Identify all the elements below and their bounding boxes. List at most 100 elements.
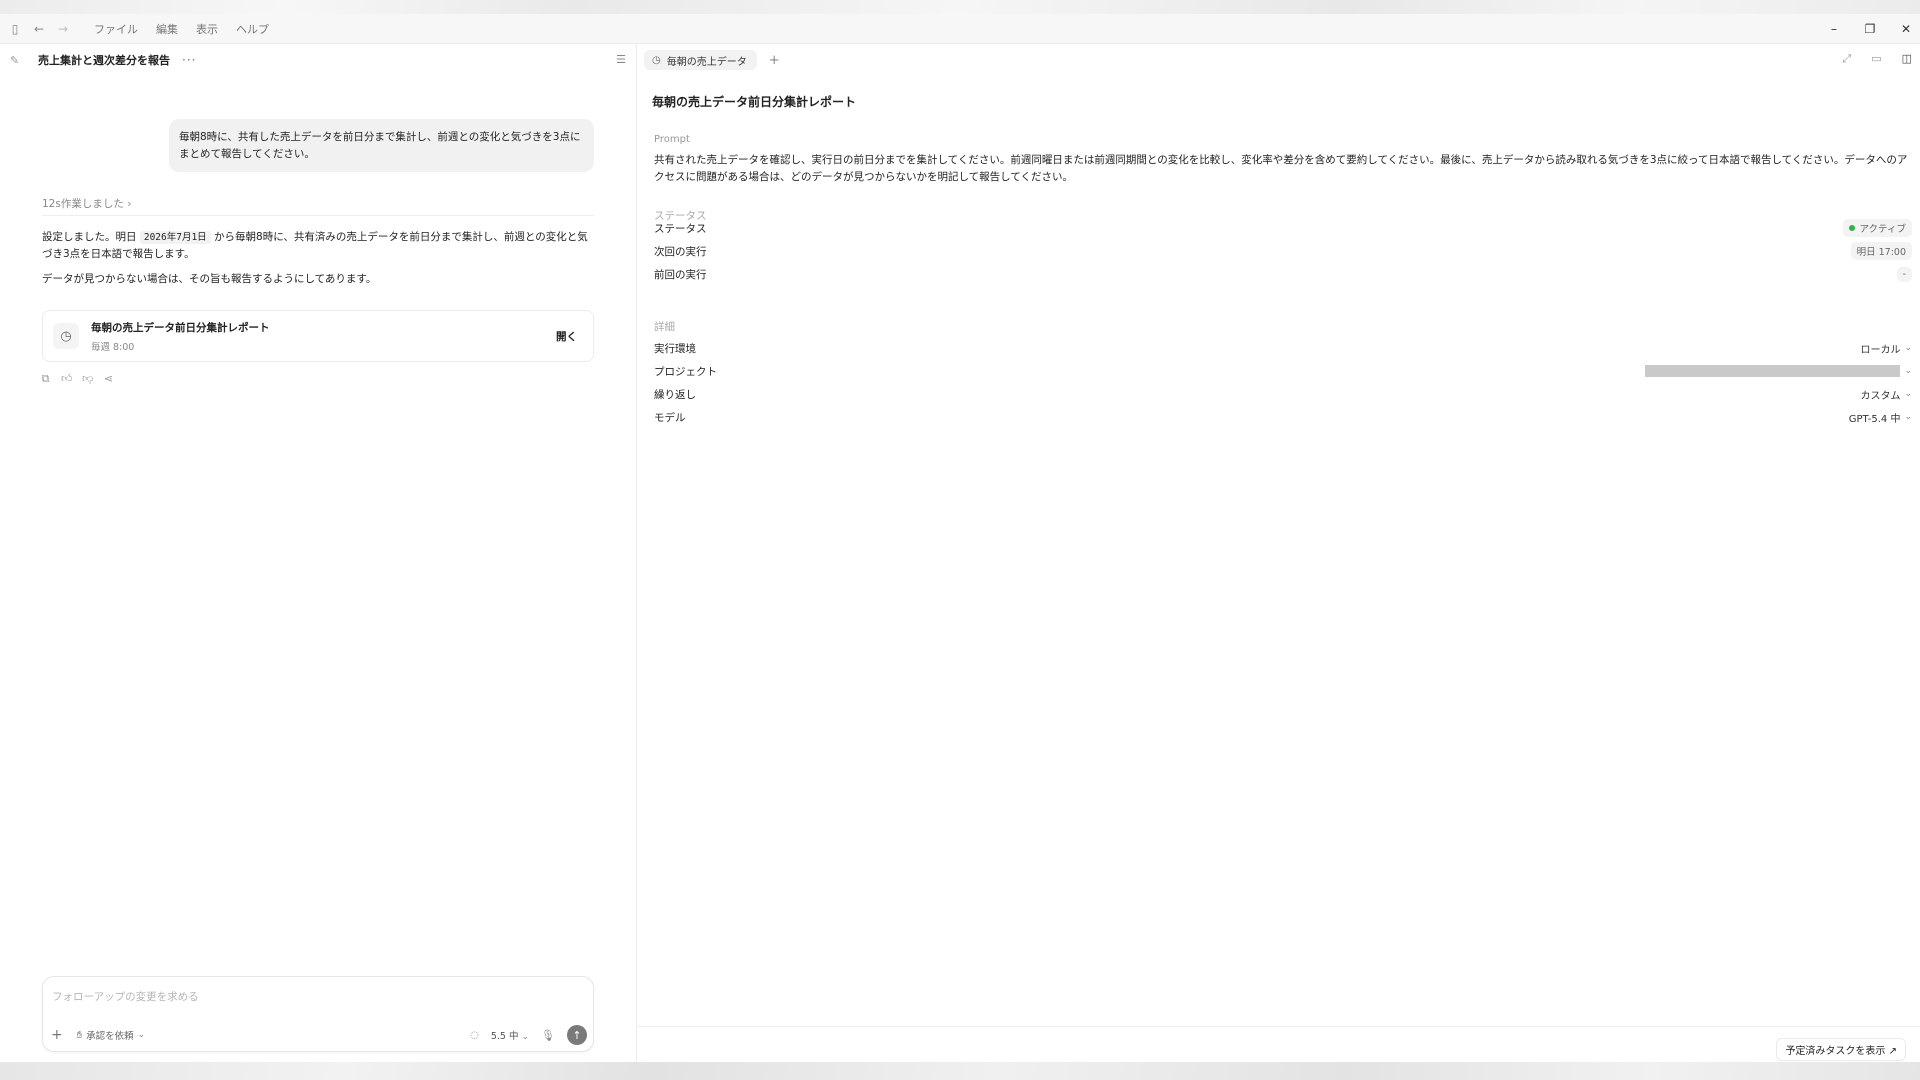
chevron-down-icon: ⌄ (137, 1030, 146, 1040)
environment-dropdown[interactable]: ローカル ⌄ (1860, 341, 1912, 356)
status-row-label: ステータス (654, 222, 707, 235)
task-detail-pane: ◷ 毎朝の売上データ + ⤢ ▭ ◫ 毎朝の売上データ前日分集計レポート Pro… (638, 44, 1920, 1062)
context-usage-icon: ◌ (470, 1029, 479, 1041)
repeat-dropdown[interactable]: カスタム ⌄ (1860, 387, 1912, 402)
forward-arrow-icon[interactable]: → (54, 22, 72, 36)
task-card-title: 毎朝の売上データ前日分集計レポート (91, 321, 270, 334)
more-options-icon[interactable]: ··· (182, 53, 196, 67)
show-scheduled-tasks-button[interactable]: 予定済みタスクを表示 ↗ (1776, 1038, 1906, 1061)
status-badge: アクティブ (1842, 219, 1912, 237)
tab-task-detail[interactable]: ◷ 毎朝の売上データ (644, 50, 757, 70)
project-row: プロジェクト ⌄ (654, 361, 1912, 381)
menu-view[interactable]: 表示 (196, 21, 218, 37)
new-chat-icon[interactable]: ✎ (10, 54, 26, 67)
next-run-label: 次回の実行 (654, 245, 707, 258)
menu-edit[interactable]: 編集 (156, 21, 178, 37)
sidebar-toggle-icon[interactable]: ▯ (6, 22, 24, 36)
task-list-icon[interactable]: ☰ (616, 53, 626, 66)
approval-mode-label: 承認を依頼 (86, 1031, 134, 1042)
expand-icon[interactable]: ⤢ (1842, 52, 1851, 66)
window-controls: – ❐ ✕ (1828, 14, 1912, 44)
menu-bar: ▯ ← → ファイル 編集 表示 ヘルプ – ❐ ✕ (0, 14, 1920, 44)
repeat-row: 繰り返し カスタム ⌄ (654, 384, 1912, 404)
worked-duration-label: 12s作業しました (42, 198, 124, 210)
microphone-icon[interactable]: 🎙︎ (541, 1029, 555, 1042)
approval-mode-dropdown[interactable]: ✋︎ 承認を依頼 ⌄ (76, 1028, 146, 1043)
task-card-schedule: 毎週 8:00 (91, 341, 135, 353)
reply-paragraph: 設定しました。明日 2026年7月1日 から毎朝8時に、共有済みの売上データを前… (42, 229, 594, 263)
status-row: ステータス アクティブ (654, 218, 1912, 238)
task-card-text: 毎朝の売上データ前日分集計レポート 毎週 8:00 (91, 320, 270, 353)
worked-duration-toggle[interactable]: 12s作業しました › (42, 196, 131, 211)
open-task-button[interactable]: 開く (556, 329, 577, 344)
conversation-pane: ✎ 売上集計と週次差分を報告 ··· ☰ 毎朝8時に、共有した売上データを前日分… (0, 44, 637, 1062)
composer-right-controls: ◌ 5.5 中 ⌄ 🎙︎ ↑ (470, 1025, 587, 1045)
model-selector-label: 5.5 中 (490, 1031, 519, 1042)
tab-bar: ◷ 毎朝の売上データ + ⤢ ▭ ◫ (638, 44, 1920, 76)
conversation-header: ✎ 売上集計と週次差分を報告 ··· ☰ (0, 44, 636, 76)
prompt-label: Prompt (654, 134, 690, 145)
assistant-reply: 設定しました。明日 2026年7月1日 から毎朝8時に、共有済みの売上データを前… (42, 229, 594, 288)
thumbs-up-icon[interactable]: 👍︎ (61, 372, 73, 386)
app-window: ▯ ← → ファイル 編集 表示 ヘルプ – ❐ ✕ ✎ 売上集計と週次差分を報… (0, 14, 1920, 1062)
back-arrow-icon[interactable]: ← (30, 22, 48, 36)
prompt-text: 共有された売上データを確認し、実行日の前日分までを集計してください。前週同曜日ま… (654, 154, 1908, 183)
chevron-down-icon: ⌄ (521, 1032, 530, 1042)
composer-left-controls: + ✋︎ 承認を依頼 ⌄ (51, 1027, 145, 1043)
scheduled-task-card[interactable]: ◷ 毎朝の売上データ前日分集計レポート 毎週 8:00 開く (42, 310, 594, 362)
menu-items: ファイル 編集 表示 ヘルプ (94, 21, 269, 37)
desktop-background-bottom (0, 1062, 1920, 1080)
details-section-heading: 詳細 (654, 321, 675, 333)
chevron-down-icon: ⌄ (1904, 412, 1912, 422)
footer-divider (638, 1026, 1920, 1027)
follow-up-input[interactable]: フォローアップの変更を求める (52, 989, 199, 1004)
task-title: 毎朝の売上データ前日分集計レポート (652, 95, 857, 109)
thumbs-down-icon[interactable]: 👎︎ (82, 372, 93, 386)
status-value: アクティブ (1859, 224, 1906, 235)
message-composer: フォローアップの変更を求める + ✋︎ 承認を依頼 ⌄ ◌ 5.5 中 ⌄ 🎙︎… (42, 976, 594, 1052)
project-label: プロジェクト (654, 365, 717, 378)
environment-value: ローカル (1860, 344, 1901, 356)
environment-label: 実行環境 (654, 342, 696, 355)
send-button[interactable]: ↑ (567, 1025, 587, 1045)
project-dropdown[interactable]: ⌄ (1645, 365, 1912, 377)
tab-label: 毎朝の売上データ (666, 56, 747, 68)
hand-icon: ✋︎ (76, 1029, 83, 1041)
model-dropdown[interactable]: GPT-5.4 中 ⌄ (1849, 410, 1912, 425)
repeat-label: 繰り返し (654, 388, 696, 401)
reply-paragraph-2: データが見つからない場合は、その旨も報告するようにしてあります。 (42, 273, 377, 285)
chevron-right-icon: › (127, 198, 132, 210)
repeat-value: カスタム (1860, 390, 1901, 402)
status-dot-icon (1848, 225, 1855, 231)
menu-file[interactable]: ファイル (94, 21, 138, 37)
chevron-down-icon: ⌄ (1904, 366, 1912, 376)
add-attachment-icon[interactable]: + (51, 1027, 63, 1043)
reply-text-1: 設定しました。明日 (42, 231, 137, 243)
pane-controls: ⤢ ▭ ◫ (1842, 52, 1912, 66)
menu-help[interactable]: ヘルプ (236, 21, 269, 37)
minimize-icon[interactable]: – (1828, 22, 1840, 36)
conversation-title: 売上集計と週次差分を報告 (38, 54, 170, 67)
model-selector[interactable]: 5.5 中 ⌄ (491, 1028, 529, 1042)
copy-icon[interactable]: ⧉ (40, 372, 51, 386)
restore-icon[interactable]: ❐ (1864, 22, 1876, 36)
user-message: 毎朝8時に、共有した売上データを前日分まで集計し、前週との変化と気づきを3点にま… (169, 119, 594, 172)
model-label: モデル (654, 411, 686, 424)
last-run-value: - (1896, 266, 1912, 282)
panel-split-icon[interactable]: ◫ (1902, 52, 1912, 66)
close-icon[interactable]: ✕ (1900, 22, 1912, 36)
clock-icon: ◷ (53, 323, 79, 349)
new-tab-icon[interactable]: + (769, 53, 780, 68)
last-run-label: 前回の実行 (654, 268, 707, 281)
panel-bottom-icon[interactable]: ▭ (1871, 52, 1881, 66)
model-value: GPT-5.4 中 (1848, 413, 1901, 425)
next-run-value: 明日 17:00 (1850, 242, 1912, 260)
model-row: モデル GPT-5.4 中 ⌄ (654, 407, 1912, 427)
clock-icon: ◷ (652, 54, 661, 66)
chevron-down-icon: ⌄ (1904, 389, 1912, 399)
divider (42, 215, 594, 216)
chevron-down-icon: ⌄ (1904, 343, 1912, 353)
project-value-redacted (1645, 365, 1901, 377)
share-icon[interactable]: ⋖ (103, 372, 114, 386)
environment-row: 実行環境 ローカル ⌄ (654, 338, 1912, 358)
